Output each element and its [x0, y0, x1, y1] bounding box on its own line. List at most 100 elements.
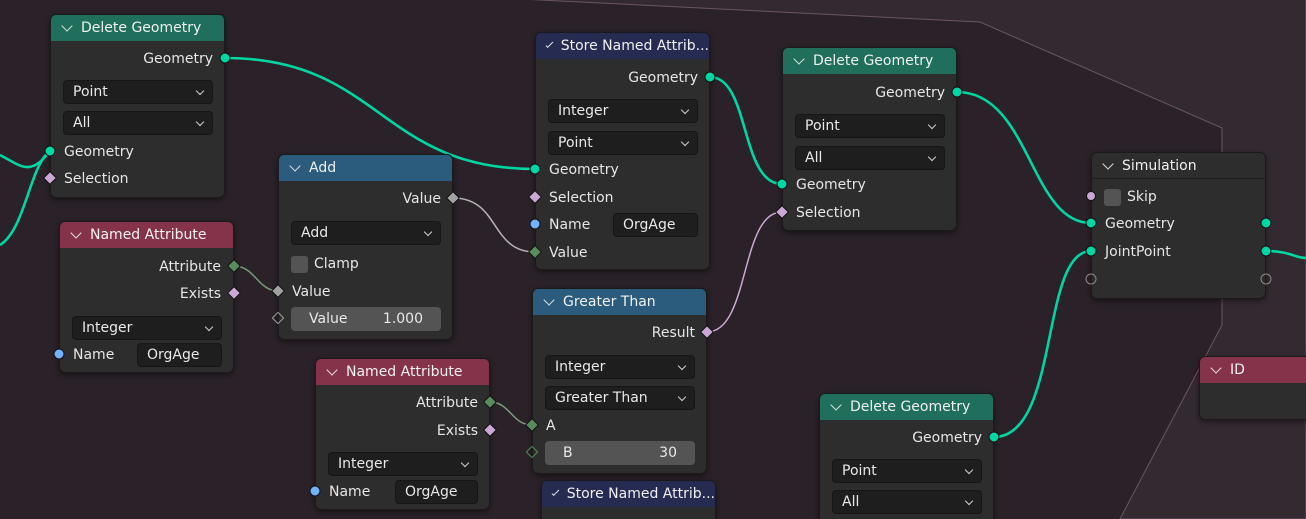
output-geometry-socket[interactable] [988, 431, 1000, 443]
clamp-option[interactable]: Clamp [291, 252, 359, 276]
node-title: Delete Geometry [81, 20, 202, 36]
name-label: Name [549, 217, 591, 233]
node-header[interactable]: Delete Geometry [51, 15, 224, 41]
delete-geometry-node[interactable]: Delete Geometry Geometry Point All Geome… [782, 47, 957, 231]
node-title: Delete Geometry [850, 399, 971, 415]
input-name-socket[interactable] [53, 348, 65, 360]
domain-dropdown[interactable]: Point [832, 459, 982, 483]
link-del1-store1 [224, 56, 536, 171]
type-dropdown[interactable]: Integer [72, 316, 222, 340]
operation-dropdown[interactable]: Greater Than [545, 386, 695, 410]
chevron-down-icon [927, 152, 937, 162]
name-input[interactable]: OrgAge [613, 213, 698, 237]
input-value-label: Value [292, 284, 331, 300]
input-geometry-socket[interactable] [776, 178, 788, 190]
chevron-down-icon [964, 496, 974, 506]
input-geometry-socket[interactable] [44, 145, 56, 157]
node-header[interactable]: Named Attribute [316, 359, 489, 385]
link-del3-sim [993, 249, 1092, 439]
name-input[interactable]: OrgAge [137, 343, 222, 367]
node-header[interactable]: Store Named Attrib... [542, 481, 715, 507]
operation-dropdown[interactable]: Add [291, 221, 441, 245]
chevron-down-icon [677, 361, 687, 371]
input-selection-label: Selection [796, 205, 861, 221]
input-geometry-label: Geometry [549, 162, 619, 178]
collapse-chevron-icon[interactable] [326, 364, 338, 376]
skip-checkbox[interactable] [1104, 188, 1121, 206]
id-node[interactable]: ID [1199, 356, 1306, 420]
node-header[interactable]: ID [1200, 357, 1306, 383]
output-geometry-socket[interactable] [951, 86, 963, 98]
node-header[interactable]: Delete Geometry [820, 394, 993, 420]
input-geometry-socket[interactable] [1085, 217, 1097, 229]
input-name-socket[interactable] [309, 485, 321, 497]
node-title: Store Named Attrib... [560, 38, 709, 54]
type-dropdown[interactable]: Integer [328, 452, 478, 476]
collapse-chevron-icon[interactable] [70, 227, 82, 239]
node-title: ID [1230, 362, 1245, 378]
chevron-down-icon [195, 117, 205, 127]
math-add-node[interactable]: Add Value Add Clamp Value Value 1.000 [278, 154, 453, 340]
node-editor-canvas[interactable]: Delete Geometry Geometry Point All Geome… [0, 0, 1306, 519]
value-number: 1.000 [382, 311, 423, 327]
input-name-socket[interactable] [529, 218, 541, 230]
simulation-input-node[interactable]: Simulation Skip Geometry JointPoint [1091, 152, 1266, 299]
node-title: Named Attribute [346, 364, 463, 380]
collapse-chevron-icon[interactable] [61, 20, 73, 32]
collapse-chevron-icon[interactable] [543, 294, 555, 306]
node-header[interactable]: Delete Geometry [783, 48, 956, 74]
name-input[interactable]: OrgAge [395, 480, 478, 504]
node-header[interactable]: Named Attribute [60, 222, 233, 248]
value-field[interactable]: Value 1.000 [291, 307, 441, 331]
clamp-checkbox[interactable] [291, 255, 308, 273]
delete-geometry-node[interactable]: Delete Geometry Geometry Point All Geome… [50, 14, 225, 198]
named-attribute-node[interactable]: Named Attribute Attribute Exists Integer… [315, 358, 490, 510]
node-header[interactable]: Add [279, 155, 452, 181]
output-result-label: Result [651, 325, 695, 341]
domain-dropdown[interactable]: Point [795, 114, 945, 138]
collapse-chevron-icon[interactable] [830, 399, 842, 411]
mode-dropdown[interactable]: All [832, 490, 982, 514]
node-header[interactable]: Simulation [1092, 153, 1265, 179]
type-dropdown[interactable]: Integer [545, 355, 695, 379]
collapse-chevron-icon[interactable] [289, 160, 301, 172]
b-field[interactable]: B 30 [545, 441, 695, 465]
input-extend-socket[interactable] [1085, 273, 1097, 285]
node-header[interactable]: Store Named Attrib... [536, 33, 709, 59]
node-title: Simulation [1122, 157, 1197, 174]
input-joint-point-socket[interactable] [1085, 245, 1097, 257]
joint-point-label: JointPoint [1105, 244, 1171, 260]
collapse-chevron-icon[interactable] [1102, 157, 1114, 170]
node-title: Add [309, 160, 337, 176]
collapse-chevron-icon[interactable] [551, 488, 560, 496]
output-joint-point-socket[interactable] [1260, 245, 1272, 257]
mode-dropdown[interactable]: All [63, 111, 213, 135]
chevron-down-icon [680, 137, 690, 147]
output-geometry-socket[interactable] [704, 71, 716, 83]
delete-geometry-node[interactable]: Delete Geometry Geometry Point All [819, 393, 994, 519]
store-named-attribute-node[interactable]: Store Named Attrib... Geometry Integer P… [535, 32, 710, 270]
output-geometry-label: Geometry [875, 85, 945, 101]
domain-dropdown[interactable]: Point [63, 80, 213, 104]
node-header[interactable]: Greater Than [533, 289, 706, 315]
input-geometry-socket[interactable] [529, 163, 541, 175]
collapse-chevron-icon[interactable] [1210, 362, 1222, 374]
skip-option[interactable]: Skip [1104, 185, 1157, 209]
skip-socket[interactable] [1086, 191, 1096, 201]
domain-dropdown[interactable]: Point [548, 131, 698, 155]
compare-greater-than-node[interactable]: Greater Than Result Integer Greater Than… [532, 288, 707, 474]
output-extend-socket[interactable] [1260, 273, 1272, 285]
chevron-down-icon [927, 120, 937, 130]
type-dropdown[interactable]: Integer [548, 99, 698, 123]
geometry-label: Geometry [1105, 216, 1175, 232]
mode-dropdown[interactable]: All [795, 146, 945, 170]
collapse-chevron-icon[interactable] [793, 53, 805, 65]
store-named-attribute-node[interactable]: Store Named Attrib... [541, 480, 716, 519]
collapse-chevron-icon[interactable] [545, 40, 554, 48]
output-geometry-socket[interactable] [219, 52, 231, 64]
named-attribute-node[interactable]: Named Attribute Attribute Exists Integer… [59, 221, 234, 373]
output-exists-label: Exists [436, 423, 478, 439]
name-label: Name [329, 484, 371, 500]
output-geometry-socket[interactable] [1260, 217, 1272, 229]
chevron-down-icon [680, 105, 690, 115]
